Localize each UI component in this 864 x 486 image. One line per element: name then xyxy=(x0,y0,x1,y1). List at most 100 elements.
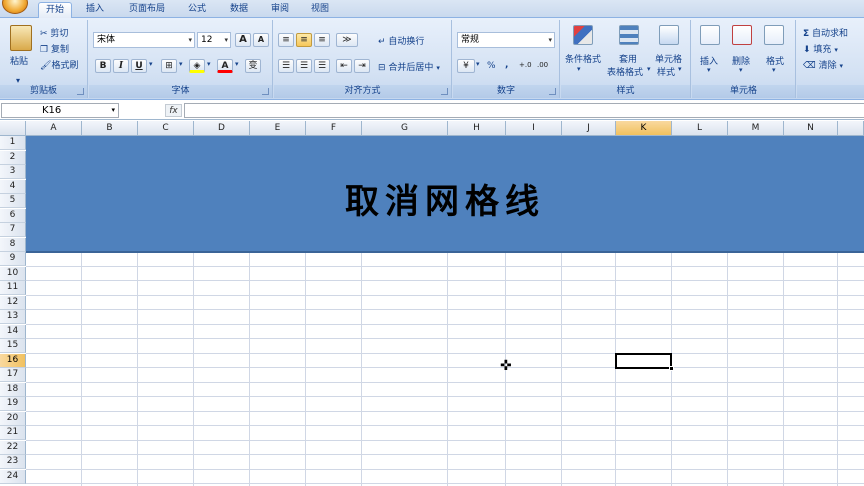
column-header-b[interactable]: B xyxy=(82,121,138,136)
format-dropdown-icon[interactable]: ▾ xyxy=(772,66,776,74)
clipboard-launcher-icon[interactable] xyxy=(77,88,84,95)
name-box[interactable]: K16 ▾ xyxy=(1,103,119,118)
row-header-6[interactable]: 6 xyxy=(0,208,26,223)
row-header-14[interactable]: 14 xyxy=(0,324,26,339)
office-button-icon[interactable] xyxy=(2,0,28,14)
decrease-indent-icon[interactable]: ⇤ xyxy=(336,59,352,73)
row-header-17[interactable]: 17 xyxy=(0,368,26,382)
tab-home[interactable]: 开始 xyxy=(38,2,72,18)
row-header-1[interactable]: 1 xyxy=(0,136,26,150)
font-color-dropdown-icon[interactable]: ▾ xyxy=(235,60,239,68)
insert-function-button[interactable]: fx xyxy=(165,104,182,117)
column-header-n[interactable]: N xyxy=(784,121,838,136)
decrease-decimal-button[interactable]: .00 xyxy=(537,61,548,69)
currency-icon[interactable]: ¥ xyxy=(457,59,475,73)
italic-button[interactable]: I xyxy=(113,59,129,73)
tab-formulas[interactable]: 公式 xyxy=(180,2,214,18)
selected-cell-k16[interactable] xyxy=(615,352,674,371)
font-name-select[interactable]: 宋体 ▾ xyxy=(93,32,195,48)
phonetic-button[interactable]: 变 xyxy=(245,59,261,73)
alignment-launcher-icon[interactable] xyxy=(441,88,448,95)
tab-insert[interactable]: 插入 xyxy=(80,2,110,18)
paste-dropdown-icon[interactable]: ▾ xyxy=(16,76,20,85)
currency-dropdown-icon[interactable]: ▾ xyxy=(476,60,480,68)
tab-view[interactable]: 视图 xyxy=(303,2,337,18)
shrink-font-button[interactable]: A xyxy=(253,33,269,47)
row-header-21[interactable]: 21 xyxy=(0,426,26,440)
row-header-9[interactable]: 9 xyxy=(0,252,26,266)
row-header-13[interactable]: 13 xyxy=(0,310,26,324)
row-header-7[interactable]: 7 xyxy=(0,223,26,237)
align-right-icon[interactable]: ☰ xyxy=(314,59,330,73)
row-header-18[interactable]: 18 xyxy=(0,382,26,397)
row-header-8[interactable]: 8 xyxy=(0,237,26,252)
underline-button[interactable]: U xyxy=(131,59,147,73)
row-header-16[interactable]: 16 xyxy=(0,353,26,368)
conditional-format-dropdown-icon[interactable]: ▾ xyxy=(577,65,581,73)
row-header-2[interactable]: 2 xyxy=(0,150,26,165)
tab-review[interactable]: 审阅 xyxy=(263,2,297,18)
increase-indent-icon[interactable]: ⇥ xyxy=(354,59,370,73)
paste-button[interactable]: 粘贴 xyxy=(10,54,28,67)
column-header-a[interactable]: A xyxy=(26,121,82,136)
row-header-22[interactable]: 22 xyxy=(0,440,26,455)
tab-data[interactable]: 数据 xyxy=(222,2,256,18)
bold-button[interactable]: B xyxy=(95,59,111,73)
row-header-23[interactable]: 23 xyxy=(0,455,26,469)
column-header-i[interactable]: I xyxy=(506,121,562,136)
align-left-icon[interactable]: ☰ xyxy=(278,59,294,73)
table-format-button[interactable]: 表格格式 xyxy=(607,65,643,78)
underline-dropdown-icon[interactable]: ▾ xyxy=(149,60,153,68)
row-header-4[interactable]: 4 xyxy=(0,179,26,194)
cell-styles-dropdown-icon[interactable]: ▾ xyxy=(678,65,682,73)
fill-color-dropdown-icon[interactable]: ▾ xyxy=(207,60,211,68)
cut-button[interactable]: ✂ 剪切 xyxy=(40,26,68,39)
align-center-icon[interactable]: ☰ xyxy=(296,59,312,73)
column-header-h[interactable]: H xyxy=(448,121,506,136)
borders-icon[interactable]: ⊞ xyxy=(161,59,177,73)
copy-button[interactable]: ❐ 复制 xyxy=(40,42,69,55)
borders-dropdown-icon[interactable]: ▾ xyxy=(179,60,183,68)
table-format-dropdown-icon[interactable]: ▾ xyxy=(647,65,651,73)
row-header-20[interactable]: 20 xyxy=(0,411,26,426)
tab-page-layout[interactable]: 页面布局 xyxy=(120,2,174,18)
paste-icon[interactable] xyxy=(10,25,32,51)
align-bottom-icon[interactable]: ≡ xyxy=(314,33,330,47)
increase-decimal-button[interactable]: +.0 xyxy=(519,61,532,69)
grow-font-button[interactable]: A xyxy=(235,33,251,47)
format-painter-button[interactable]: 🖌格式刷 xyxy=(40,58,78,71)
number-format-select[interactable]: 常规 ▾ xyxy=(457,32,555,48)
worksheet-grid[interactable]: A B C D E F G H I J K L M N 1 2 3 4 5 6 7 8 9 10 11 12 13 14 15 16 17 1… xyxy=(0,121,864,486)
row-header-5[interactable]: 5 xyxy=(0,194,26,208)
fill-color-icon[interactable]: ◈ xyxy=(189,59,205,73)
conditional-format-button[interactable]: 条件格式 xyxy=(565,52,601,65)
title-banner[interactable]: 取消网格线 xyxy=(26,136,864,253)
row-header-11[interactable]: 11 xyxy=(0,281,26,295)
percent-button[interactable]: % xyxy=(487,61,496,71)
align-top-icon[interactable]: ≡ xyxy=(278,33,294,47)
row-header-19[interactable]: 19 xyxy=(0,397,26,411)
cell-styles-label-1[interactable]: 单元格 xyxy=(655,52,682,65)
column-header-f[interactable]: F xyxy=(306,121,362,136)
merge-center-button[interactable]: ⊟ 合并后居中 ▾ xyxy=(378,60,440,73)
column-header-l[interactable]: L xyxy=(672,121,728,136)
font-size-select[interactable]: 12 ▾ xyxy=(197,32,231,48)
align-middle-icon[interactable]: ≡ xyxy=(296,33,312,47)
column-header-g[interactable]: G xyxy=(362,121,448,136)
table-format-label-1[interactable]: 套用 xyxy=(619,52,637,65)
autosum-button[interactable]: Σ 自动求和 xyxy=(803,26,848,39)
row-header-3[interactable]: 3 xyxy=(0,165,26,179)
column-header-k[interactable]: K xyxy=(616,121,672,136)
orientation-icon[interactable]: ≫ xyxy=(336,33,358,47)
column-header-e[interactable]: E xyxy=(250,121,306,136)
row-header-10[interactable]: 10 xyxy=(0,266,26,281)
insert-dropdown-icon[interactable]: ▾ xyxy=(707,66,711,74)
column-header-j[interactable]: J xyxy=(562,121,616,136)
column-header-d[interactable]: D xyxy=(194,121,250,136)
comma-button[interactable]: , xyxy=(505,60,508,70)
row-header-15[interactable]: 15 xyxy=(0,339,26,353)
font-color-button[interactable]: A xyxy=(217,59,233,73)
formula-input[interactable] xyxy=(184,103,864,118)
row-header-12[interactable]: 12 xyxy=(0,295,26,310)
font-launcher-icon[interactable] xyxy=(262,88,269,95)
